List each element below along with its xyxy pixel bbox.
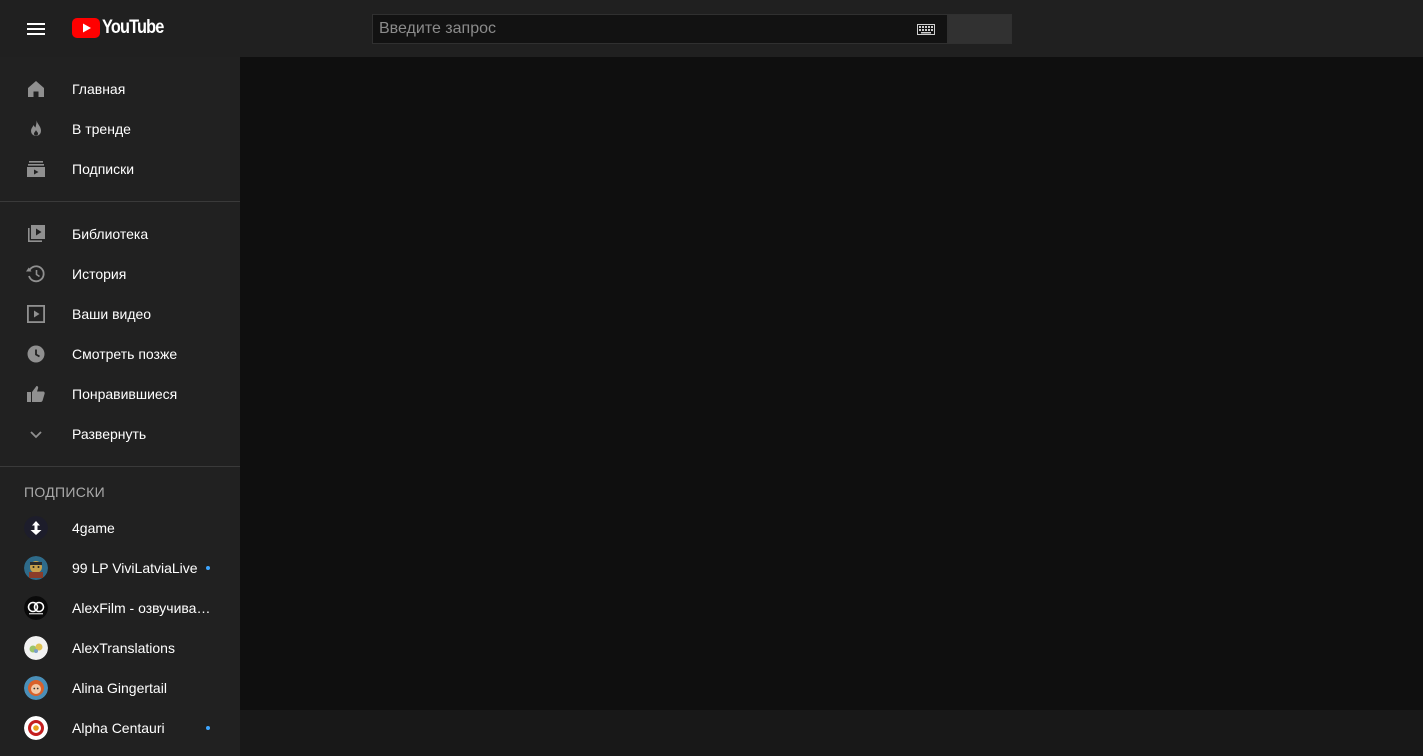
channel-name: 99 LP ViviLatviaLive	[72, 560, 198, 576]
main-content	[240, 57, 1423, 710]
sidebar-item-label: История	[72, 266, 127, 282]
menu-icon[interactable]	[18, 12, 54, 46]
sidebar-item-liked[interactable]: Понравившиеся	[0, 374, 240, 414]
new-content-dot	[206, 566, 210, 570]
search-box	[372, 14, 948, 44]
sidebar-item-channel-alina-gingertail[interactable]: Alina Gingertail	[0, 668, 240, 708]
library-icon	[28, 225, 45, 242]
sidebar-item-label: Смотреть позже	[72, 346, 178, 362]
divider	[0, 466, 240, 467]
new-content-dot	[206, 726, 210, 730]
sidebar-item-channel-4game[interactable]: 4game	[0, 508, 240, 548]
sidebar-item-label: Ваши видео	[72, 306, 152, 322]
chevron-down-icon	[30, 431, 42, 439]
youtube-logo[interactable]: YouTube	[72, 17, 173, 39]
channel-name: Alina Gingertail	[72, 680, 167, 696]
search-input[interactable]	[373, 15, 903, 43]
channel-avatar	[24, 516, 48, 540]
channel-name: 4game	[72, 520, 115, 536]
subscriptions-icon	[27, 161, 45, 177]
sidebar-item-label: Развернуть	[72, 426, 147, 442]
trending-icon	[31, 120, 41, 136]
sidebar-item-expand[interactable]: Развернуть	[0, 414, 240, 454]
sidebar-item-trending[interactable]: В тренде	[0, 109, 240, 149]
subscriptions-section-title: ПОДПИСКИ	[24, 484, 105, 500]
bottom-strip	[240, 710, 1423, 756]
sidebar-item-library[interactable]: Библиотека	[0, 214, 240, 254]
liked-icon	[27, 386, 45, 402]
watch-later-icon	[27, 345, 45, 363]
channel-avatar	[24, 716, 48, 740]
channel-avatar	[24, 676, 48, 700]
divider	[0, 201, 240, 202]
top-bar: YouTube	[0, 0, 1423, 57]
channel-name: AlexFilm - озвучивае…	[72, 600, 218, 616]
sidebar-item-channel-alexfilm[interactable]: AlexFilm - озвучивае…	[0, 588, 240, 628]
search-button[interactable]	[948, 14, 1012, 44]
sidebar-item-label: В тренде	[72, 121, 131, 137]
sidebar-item-label: Библиотека	[72, 226, 149, 242]
home-icon	[28, 81, 44, 97]
sidebar-item-subscriptions[interactable]: Подписки	[0, 149, 240, 189]
your-videos-icon	[27, 305, 46, 324]
sidebar-item-label: Подписки	[72, 161, 135, 177]
sidebar-item-channel-alextranslations[interactable]: AlexTranslations	[0, 628, 240, 668]
sidebar-item-channel-alpha-centauri[interactable]: Alpha Centauri	[0, 708, 240, 748]
logo-text: YouTube	[102, 17, 164, 38]
sidebar-item-watch-later[interactable]: Смотреть позже	[0, 334, 240, 374]
sidebar-item-channel-vivilatvialive[interactable]: 99 LP ViviLatviaLive	[0, 548, 240, 588]
channel-avatar	[24, 636, 48, 660]
sidebar-item-label: Главная	[72, 81, 126, 97]
channel-avatar	[24, 556, 48, 580]
sidebar-item-label: Понравившиеся	[72, 386, 178, 402]
sidebar: Главная В тренде Подписки Библиотека Ист…	[0, 57, 240, 756]
channel-avatar	[24, 596, 48, 620]
youtube-play-icon	[72, 18, 100, 38]
keyboard-icon[interactable]	[917, 24, 935, 35]
sidebar-item-history[interactable]: История	[0, 254, 240, 294]
channel-name: AlexTranslations	[72, 640, 175, 656]
sidebar-item-your-videos[interactable]: Ваши видео	[0, 294, 240, 334]
channel-name: Alpha Centauri	[72, 720, 165, 736]
history-icon	[26, 265, 45, 283]
sidebar-item-home[interactable]: Главная	[0, 69, 240, 109]
